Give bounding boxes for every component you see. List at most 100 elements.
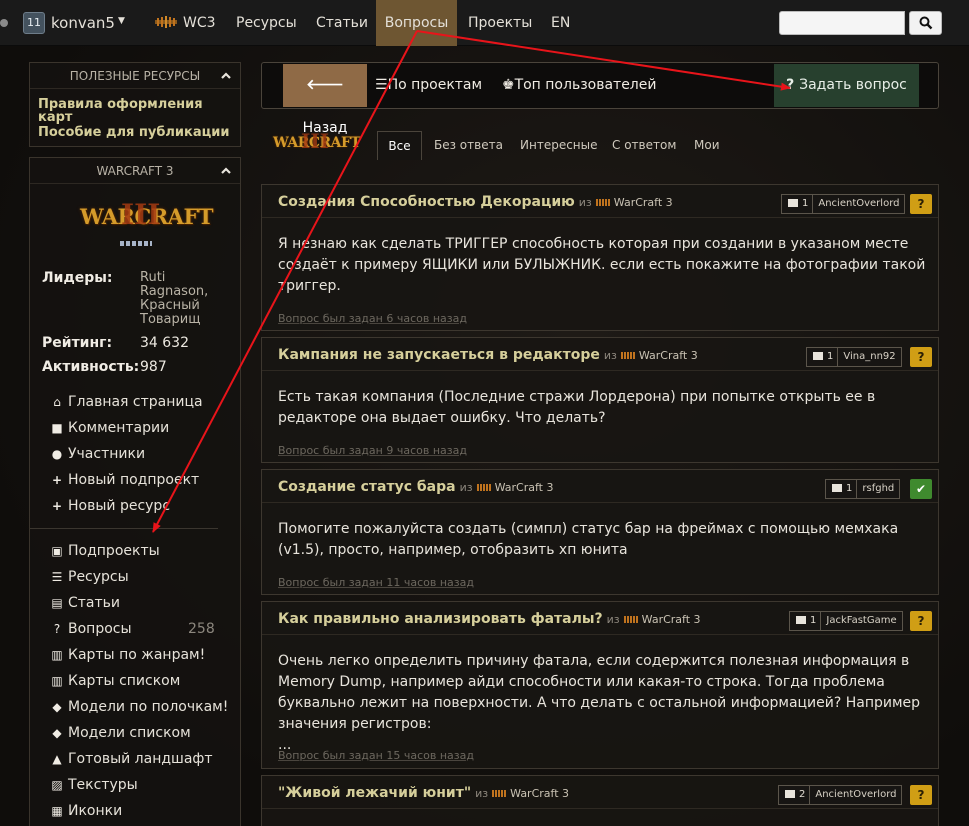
top-navbar: 11 konvan5 ▼ WC3 Ресурсы Статьи Вопросы … [0,0,969,46]
nav-game-wc3[interactable]: WC3 [183,0,216,46]
tab-mine[interactable]: Мои [694,131,720,160]
nav-questions[interactable]: Вопросы [376,0,457,46]
comments-author-badge[interactable]: 2 AncientOverlord [778,785,903,805]
status-badge: ? [910,194,932,214]
sidebar-item-home[interactable]: ⌂ Главная страница [22,389,202,415]
category-link[interactable]: WarCraft 3 [614,196,673,209]
sidebar-item-subprojects[interactable]: ▣ Подпроекты [22,538,228,564]
comment-count: 1 [846,483,853,494]
sidebar-item-landscape[interactable]: ▲ Готовый ландшафт [22,746,228,772]
sidebar-item-label: Карты по жанрам! [68,647,206,663]
sidebar-item-label: Комментарии [68,420,170,436]
comments-author-badge[interactable]: 1 rsfghd [825,479,901,499]
sidebar-item-icons[interactable]: ▦ Иконки [22,798,228,824]
cube-icon: ◆ [52,726,62,740]
sidebar-item-textures[interactable]: ▨ Текстуры [22,772,228,798]
category-link[interactable]: WarCraft 3 [495,481,554,494]
question-title-link[interactable]: "Живой лежачий юнит" из WarCraft 3 [278,785,569,801]
category-link[interactable]: WarCraft 3 [642,613,701,626]
nav-language[interactable]: EN [551,0,570,46]
tab-answered[interactable]: С ответом [612,131,676,160]
list-icon: ☰ [375,77,388,93]
ask-question-button[interactable]: ? Задать вопрос [774,64,919,107]
author-link[interactable]: rsfghd [857,480,899,498]
tab-unanswered[interactable]: Без ответа [434,131,503,160]
wc3-category-icon [595,198,610,206]
comment-icon [796,616,806,624]
sidebar-item-models-list[interactable]: ◆ Модели списком [22,720,228,746]
comment-count: 1 [827,351,834,362]
project-menu-primary: ⌂ Главная страница ■ Комментарии ● Участник… [22,389,203,519]
search-button[interactable] [909,11,942,35]
comment-icon [832,484,842,492]
comments-author-badge[interactable]: 1 AncientOverlord [781,194,906,214]
project-header[interactable]: WARCRAFT 3 [30,158,240,184]
status-badge: ? [910,785,932,805]
chevron-up-icon[interactable] [221,166,231,176]
project-title: WARCRAFT 3 [96,164,174,178]
nav-articles[interactable]: Статьи [316,0,368,46]
question-timestamp[interactable]: Вопрос был задан 15 часов назад [278,749,474,762]
search-input[interactable] [779,11,905,35]
sidebar-item-comments[interactable]: ■ Комментарии [22,415,203,441]
publishing-guide-link[interactable]: Пособие для публикации [38,126,238,139]
category-link[interactable]: WarCraft 3 [639,349,698,362]
question-timestamp[interactable]: Вопрос был задан 11 часов назад [278,576,474,589]
sidebar-item-new-subproject[interactable]: + Новый подпроект [22,467,203,493]
sidebar-item-maps-by-genre[interactable]: ▥ Карты по жанрам! [22,642,228,668]
comment-icon [788,199,798,207]
leaders-list[interactable]: Ruti Ragnason, Красный Товарищ [140,271,230,327]
home-icon: ⌂ [53,395,61,409]
question-body: Помогите пожалуйста создать (симпл) стат… [278,521,899,558]
comments-author-badge[interactable]: 1 Vina_nn92 [806,347,902,367]
wc3-category-icon [492,789,507,797]
author-link[interactable]: Vina_nn92 [838,348,900,366]
question-title-link[interactable]: Создания Способностью Декорацию из WarCraf… [278,194,673,210]
author-link[interactable]: AncientOverlord [810,786,901,804]
caret-down-icon[interactable]: ▼ [118,16,125,26]
author-link[interactable]: AncientOverlord [813,195,904,213]
sidebar-item-resources[interactable]: ☰ Ресурсы [22,564,228,590]
question-timestamp[interactable]: Вопрос был задан 6 часов назад [278,312,467,325]
question-body: Я незнаю как сделать ТРИГГЕР способность… [278,236,926,294]
by-projects-label: По проектам [387,77,483,93]
status-dot-icon [0,19,8,27]
question-timestamp[interactable]: Вопрос был задан 9 часов назад [278,444,467,457]
question-title-link[interactable]: Создание статус бара из WarCraft 3 [278,479,553,495]
from-label: из [603,349,617,362]
author-link[interactable]: JackFastGame [821,612,901,630]
sidebar-item-articles[interactable]: ▤ Статьи [22,590,228,616]
question-title-link[interactable]: Как правильно анализировать фаталы? из War… [278,611,701,627]
sidebar-item-questions[interactable]: ? Вопросы 258 [22,616,228,642]
sidebar-item-label: Участники [68,446,146,462]
top-users-link[interactable]: ♚Топ пользователей [502,63,656,108]
nav-projects[interactable]: Проекты [468,0,532,46]
comments-author-badge[interactable]: 1 JackFastGame [789,611,903,631]
category-link[interactable]: WarCraft 3 [510,787,569,800]
chevron-up-icon[interactable] [221,71,231,81]
status-badge: ? [910,347,932,367]
sidebar-item-new-resource[interactable]: + Новый ресурс [22,493,203,519]
sidebar-item-models-shelves[interactable]: ◆ Модели по полочкам! [22,694,228,720]
users-icon: ● [51,447,63,461]
wc3-category-icon [476,483,491,491]
sidebar-item-members[interactable]: ● Участники [22,441,203,467]
question-title-link[interactable]: Кампания не запускаеться в редакторе из Wa… [278,347,698,363]
username-menu[interactable]: konvan5 [51,0,115,46]
tab-interesting[interactable]: Интересные [520,131,598,160]
tab-all[interactable]: Все [377,131,422,160]
sidebar-item-maps-list[interactable]: ▥ Карты списком [22,668,228,694]
by-projects-link[interactable]: ☰По проектам [375,63,482,108]
activity-value: 987 [140,359,167,375]
back-button[interactable]: 🡐 Назад [283,64,367,136]
question-card: "Живой лежачий юнит" из WarCraft 3 2 Ancien… [261,775,939,826]
nav-resources[interactable]: Ресурсы [236,0,297,46]
questions-count: 258 [188,621,215,637]
question-icon: ? [786,77,800,93]
sidebar-item-label: Модели списком [68,725,191,741]
rules-link[interactable]: Правила оформления карт [38,98,238,124]
useful-resources-header[interactable]: ПОЛЕЗНЫЕ РЕСУРСЫ [30,63,240,89]
map-icon: ▥ [51,674,63,688]
useful-resources-title: ПОЛЕЗНЫЕ РЕСУРСЫ [69,69,201,83]
activity-label: Активность: [42,359,140,375]
